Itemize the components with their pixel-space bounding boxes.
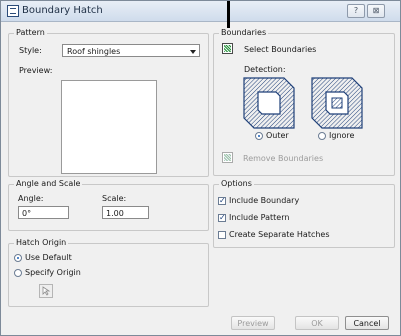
preview-label: Preview: — [19, 66, 53, 75]
ignore-detection-illustration — [311, 77, 363, 129]
angle-scale-group: Angle and Scale Angle: 0° Scale: 1.00 — [8, 179, 209, 231]
scale-label: Scale: — [102, 194, 127, 203]
remove-boundaries-button[interactable]: Remove Boundaries — [243, 154, 323, 163]
select-boundaries-icon[interactable] — [222, 43, 233, 54]
pattern-group: Pattern Style: Roof shingles Preview: — [8, 28, 209, 177]
pointer-pick-icon — [42, 286, 51, 296]
help-button[interactable]: ? — [347, 4, 365, 18]
separate-hatches-label[interactable]: Create Separate Hatches — [229, 230, 330, 239]
include-pattern-label[interactable]: Include Pattern — [229, 213, 289, 222]
pattern-group-label: Pattern — [14, 28, 47, 37]
chevron-down-icon[interactable] — [190, 50, 196, 54]
use-default-label[interactable]: Use Default — [25, 253, 72, 262]
remove-boundaries-icon[interactable] — [222, 152, 233, 163]
style-label: Style: — [19, 46, 42, 55]
include-boundary-checkbox[interactable]: ✓ — [218, 197, 226, 205]
include-pattern-checkbox[interactable]: ✓ — [218, 214, 226, 222]
angle-label: Angle: — [18, 194, 44, 203]
hatch-origin-group-label: Hatch Origin — [14, 238, 69, 247]
title-bar[interactable]: Boundary Hatch ? ⊠ — [1, 1, 400, 22]
pick-point-button[interactable] — [39, 284, 53, 298]
ok-button[interactable]: OK — [295, 316, 339, 330]
scale-input[interactable]: 1.00 — [102, 206, 149, 219]
select-boundaries-button[interactable]: Select Boundaries — [244, 45, 316, 54]
ignore-radio-label[interactable]: Ignore — [329, 131, 354, 140]
outer-detection-illustration — [243, 77, 295, 129]
options-group: Options ✓ Include Boundary ✓ Include Pat… — [213, 179, 395, 248]
boundaries-group: Boundaries Select Boundaries Detection: … — [213, 28, 395, 176]
detection-illustrations — [243, 77, 363, 129]
angle-scale-group-label: Angle and Scale — [14, 179, 83, 188]
specify-origin-radio[interactable] — [14, 269, 22, 277]
hatch-origin-group: Hatch Origin Use Default Specify Origin — [8, 238, 209, 307]
options-group-label: Options — [219, 179, 254, 188]
dialog-icon — [7, 5, 19, 17]
specify-origin-label[interactable]: Specify Origin — [25, 268, 81, 277]
include-boundary-label[interactable]: Include Boundary — [229, 196, 299, 205]
use-default-radio[interactable] — [14, 254, 22, 262]
style-dropdown[interactable]: Roof shingles — [62, 44, 200, 57]
preview-button[interactable]: Preview — [231, 316, 275, 330]
pattern-preview-box — [61, 80, 157, 174]
ignore-radio[interactable] — [318, 132, 326, 140]
outer-radio-label[interactable]: Outer — [266, 131, 289, 140]
boundary-hatch-dialog: Boundary Hatch ? ⊠ Pattern Style: Roof s… — [0, 0, 401, 336]
outer-radio[interactable] — [255, 132, 263, 140]
style-dropdown-value: Roof shingles — [67, 47, 121, 56]
close-button[interactable]: ⊠ — [367, 4, 385, 18]
detection-label: Detection: — [244, 65, 286, 74]
angle-input[interactable]: 0° — [18, 206, 69, 219]
separate-hatches-checkbox[interactable] — [218, 231, 226, 239]
boundaries-group-label: Boundaries — [219, 28, 269, 37]
dialog-title: Boundary Hatch — [22, 5, 103, 16]
cancel-button[interactable]: Cancel — [345, 316, 389, 330]
